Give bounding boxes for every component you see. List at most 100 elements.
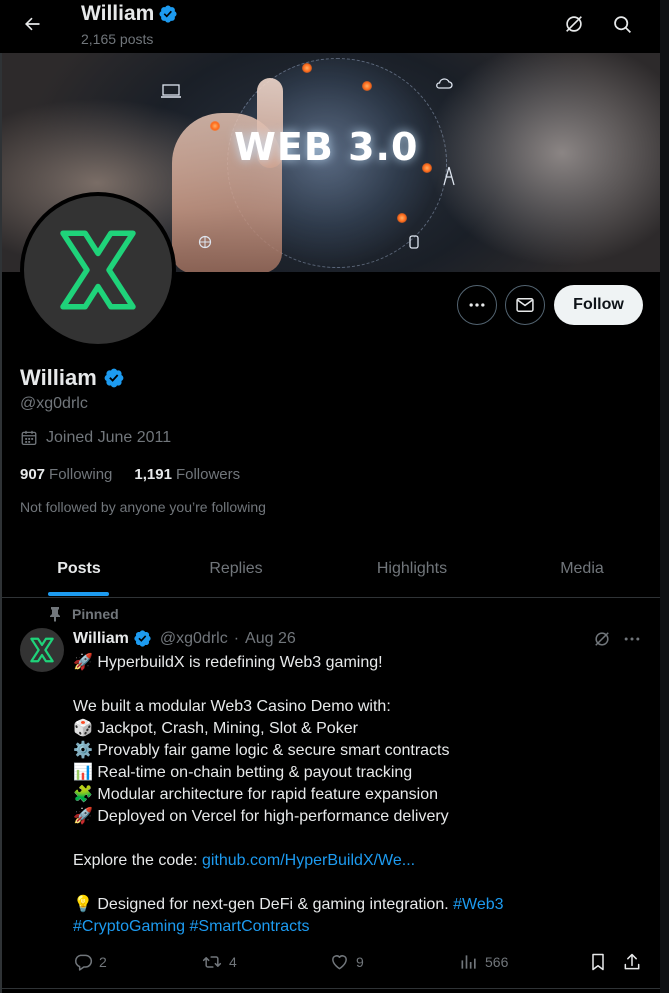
following-count: 907	[20, 466, 46, 483]
followers-link[interactable]: 1,191 Followers	[134, 466, 240, 483]
post-author-avatar[interactable]	[20, 628, 64, 672]
globe-small-icon	[198, 235, 212, 249]
post-line: 🎲 Jackpot, Crash, Mining, Slot & Poker	[73, 720, 358, 737]
following-link[interactable]: 907 Following	[20, 466, 112, 483]
joined-text: Joined June 2011	[46, 429, 172, 446]
tab-replies[interactable]: Replies	[156, 540, 316, 597]
following-label: Following	[49, 466, 113, 483]
joined-date-row: Joined June 2011	[20, 429, 171, 447]
post-author-handle[interactable]: @xg0drlc	[160, 630, 228, 648]
glow-dot	[210, 121, 220, 131]
post-line: ⚙️ Provably fair game logic & secure sma…	[73, 742, 450, 759]
post-line: We built a modular Web3 Casino Demo with…	[73, 698, 391, 715]
back-arrow-icon	[22, 14, 42, 34]
post-line: 🚀 Deployed on Vercel for high-performanc…	[73, 808, 449, 825]
header-name: William	[81, 2, 155, 25]
bookmark-icon	[588, 952, 608, 972]
message-button[interactable]	[505, 285, 545, 325]
hashtag-smartcontracts[interactable]: #SmartContracts	[190, 918, 310, 935]
active-tab-indicator	[48, 592, 109, 596]
mail-icon	[515, 295, 535, 315]
laptop-icon	[160, 83, 182, 99]
grok-button[interactable]	[556, 6, 592, 42]
repost-icon	[201, 952, 223, 972]
post-actions: 2 4 9 566	[73, 952, 648, 976]
tab-posts[interactable]: Posts	[2, 540, 156, 597]
post-line	[73, 674, 633, 696]
cloud-icon	[434, 77, 454, 91]
code-link[interactable]: github.com/HyperBuildX/We...	[202, 852, 415, 869]
not-followed-text: Not followed by anyone you’re following	[20, 499, 266, 515]
post-header: William @xg0drlc · Aug 26	[73, 629, 296, 648]
pinned-label: Pinned	[72, 606, 119, 622]
tab-highlights[interactable]: Highlights	[316, 540, 508, 597]
verified-icon[interactable]	[103, 367, 125, 389]
views-button[interactable]: 566	[459, 952, 508, 972]
followers-label: Followers	[175, 466, 241, 483]
profile-handle: @xg0drlc	[20, 395, 88, 412]
hashtag-web3[interactable]: #Web3	[453, 896, 503, 913]
verified-icon	[158, 4, 178, 24]
tab-media[interactable]: Media	[508, 540, 656, 597]
pin-icon	[48, 606, 62, 622]
code-prefix: Explore the code:	[73, 852, 202, 869]
glow-dot	[422, 163, 432, 173]
post-divider	[2, 988, 660, 989]
profile-tabs: Posts Replies Highlights Media	[2, 540, 660, 598]
back-button[interactable]	[14, 6, 50, 42]
post-line: 🚀 HyperbuildX is redefining Web3 gaming!	[73, 654, 383, 671]
avatar-image	[24, 196, 172, 344]
post-grok-button[interactable]	[592, 629, 612, 649]
verified-icon	[133, 629, 152, 648]
bookmark-button[interactable]	[588, 952, 608, 972]
share-button[interactable]	[622, 952, 642, 972]
more-options-button[interactable]	[457, 285, 497, 325]
post-date[interactable]: Aug 26	[245, 630, 296, 648]
hashtag-cryptogaming[interactable]: #CryptoGaming	[73, 918, 185, 935]
grok-icon	[563, 13, 585, 35]
reply-icon	[73, 952, 93, 972]
views-count: 566	[485, 954, 509, 970]
reply-button[interactable]: 2	[73, 952, 107, 972]
post-code-line: Explore the code: github.com/HyperBuildX…	[73, 850, 633, 872]
post-hashtag-line: #CryptoGaming #SmartContracts	[73, 916, 633, 938]
more-icon	[622, 629, 642, 649]
search-button[interactable]	[604, 6, 640, 42]
post-line: 📊 Real-time on-chain betting & payout tr…	[73, 764, 413, 781]
repost-count: 4	[229, 954, 237, 970]
post-body: 🚀 HyperbuildX is redefining Web3 gaming!…	[73, 652, 633, 938]
post-author-name[interactable]: William	[73, 630, 129, 648]
banner-title: WEB 3.0	[234, 125, 419, 169]
x-logo-icon	[28, 636, 56, 664]
repost-button[interactable]: 4	[201, 952, 237, 972]
profile-avatar[interactable]	[20, 192, 176, 348]
post-separator: ·	[233, 629, 240, 647]
top-bar: William 2,165 posts	[0, 0, 660, 53]
like-icon	[329, 952, 350, 972]
like-count: 9	[356, 954, 364, 970]
views-icon	[459, 952, 479, 972]
profile-name: William	[20, 365, 97, 390]
x-logo-icon	[52, 224, 144, 316]
post-line	[73, 828, 633, 850]
grok-icon	[592, 629, 612, 649]
like-button[interactable]: 9	[329, 952, 364, 972]
calendar-icon	[20, 429, 38, 447]
search-icon	[612, 14, 633, 35]
followers-count: 1,191	[134, 466, 172, 483]
post-line: 🧩 Modular architecture for rapid feature…	[73, 786, 438, 803]
phone-icon	[407, 235, 421, 249]
glow-dot	[302, 63, 312, 73]
follow-stats: 907 Following 1,191 Followers	[20, 466, 240, 483]
tower-icon	[442, 165, 456, 187]
glow-dot	[397, 213, 407, 223]
pinned-label-row: Pinned	[48, 606, 119, 622]
reply-count: 2	[99, 954, 107, 970]
share-icon	[622, 952, 642, 972]
follow-button[interactable]: Follow	[554, 285, 643, 325]
more-icon	[467, 295, 487, 315]
profile-name-row: William	[20, 365, 125, 391]
post-closing-line: 💡 Designed for next-gen DeFi & gaming in…	[73, 894, 633, 916]
post-more-button[interactable]	[622, 629, 642, 649]
